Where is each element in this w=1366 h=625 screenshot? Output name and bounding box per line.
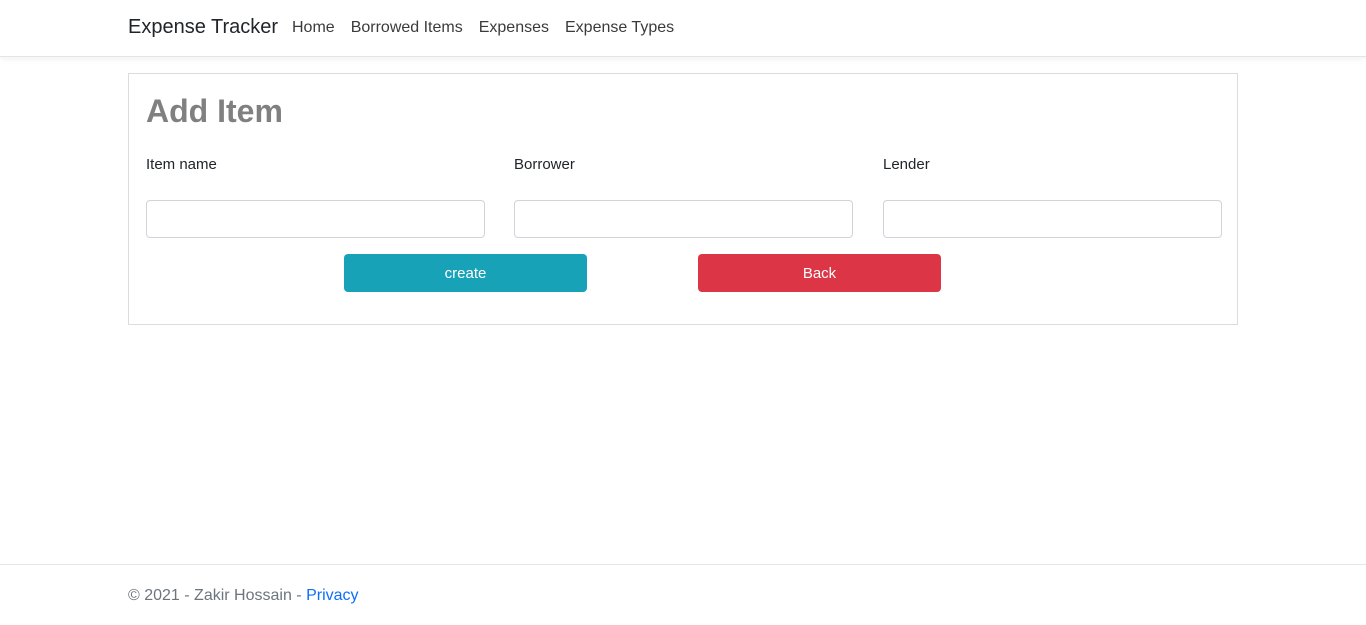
copyright-text: © 2021 - Zakir Hossain - (128, 587, 307, 604)
page-title: Add Item (146, 93, 283, 129)
lender-input[interactable] (883, 200, 1222, 238)
nav-link-home[interactable]: Home (292, 19, 335, 37)
add-item-card: Add Item Item name Borrower Lender creat… (128, 73, 1238, 325)
borrower-group: Borrower (514, 156, 853, 238)
nav-link-expenses[interactable]: Expenses (479, 19, 549, 37)
nav-link-borrowed-items[interactable]: Borrowed Items (351, 19, 463, 37)
navbar: Expense Tracker Home Borrowed Items Expe… (0, 0, 1366, 57)
brand-link[interactable]: Expense Tracker (128, 16, 278, 39)
lender-group: Lender (883, 156, 1222, 238)
nav-links: Home Borrowed Items Expenses Expense Typ… (292, 19, 690, 37)
privacy-link[interactable]: Privacy (306, 587, 358, 604)
nav-link-expense-types[interactable]: Expense Types (565, 19, 674, 37)
borrower-label: Borrower (514, 156, 575, 173)
create-button[interactable]: create (344, 254, 587, 292)
footer: © 2021 - Zakir Hossain - Privacy (0, 564, 1366, 625)
footer-text: © 2021 - Zakir Hossain - Privacy (128, 587, 359, 605)
borrower-input[interactable] (514, 200, 853, 238)
item-name-label: Item name (146, 156, 217, 173)
lender-label: Lender (883, 156, 930, 173)
item-name-group: Item name (146, 156, 485, 238)
back-button[interactable]: Back (698, 254, 941, 292)
item-name-input[interactable] (146, 200, 485, 238)
